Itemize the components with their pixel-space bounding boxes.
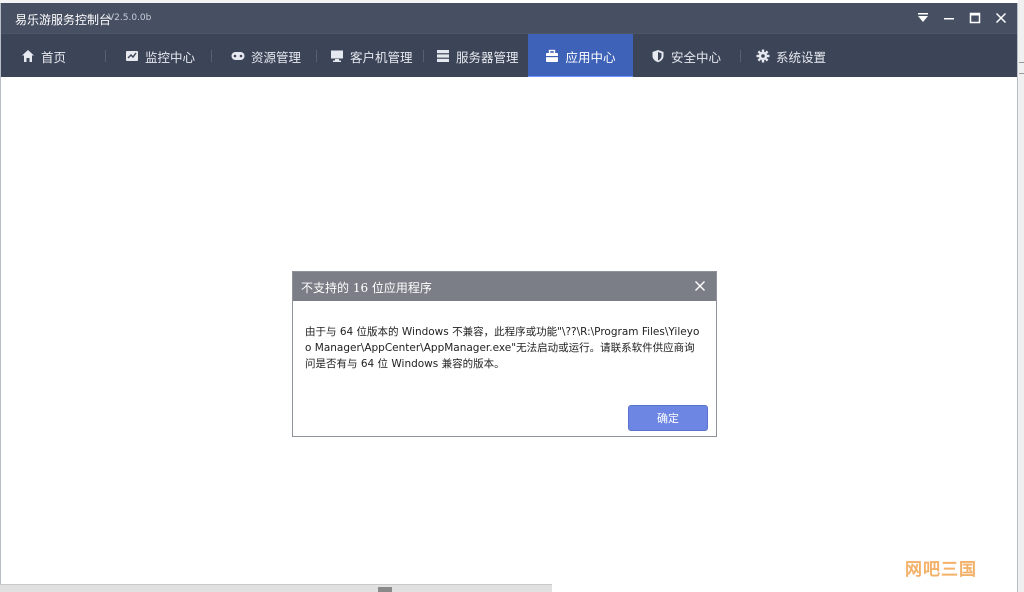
nav-separator [316,50,317,62]
nav-label: 客户机管理 [350,49,413,65]
dialog-title: 不支持的 16 位应用程序 [301,281,432,295]
main-nav: 首页 监控中心 资源管理 客户机管理 服务器管理 应用中心 安全中心 系统设置 [1,33,1017,78]
nav-separator [740,50,741,62]
title-bar[interactable]: 易乐游服务控制台 V2.5.0.0b [1,3,1017,33]
app-version: V2.5.0.0b [108,13,152,23]
scrollbar-thumb[interactable] [378,587,392,592]
close-icon[interactable] [991,9,1011,27]
nav-item-app-center[interactable]: 应用中心 [528,34,633,78]
background-window-edge [1018,0,1024,592]
close-icon[interactable] [692,278,708,294]
nav-item-security[interactable]: 安全中心 [651,34,731,78]
nav-separator [423,50,424,62]
desktop-icon [330,49,344,63]
gamepad-icon [231,49,245,63]
home-icon [21,49,35,63]
dialog-header[interactable]: 不支持的 16 位应用程序 [293,272,716,301]
nav-item-resources[interactable]: 资源管理 [231,34,311,78]
background-window-control [1019,62,1024,74]
dropdown-icon[interactable] [913,9,933,27]
nav-label: 监控中心 [145,49,196,65]
nav-label: 服务器管理 [456,49,519,65]
monitor-chart-icon [125,49,139,63]
nav-label: 安全中心 [671,49,722,65]
server-icon [436,49,450,63]
error-dialog: 不支持的 16 位应用程序 由于与 64 位版本的 Windows 不兼容，此程… [292,271,717,437]
nav-label: 首页 [41,49,67,65]
nav-separator [211,50,212,62]
app-box-icon [545,49,559,63]
nav-item-home[interactable]: 首页 [21,34,91,78]
nav-item-settings[interactable]: 系统设置 [756,34,836,78]
watermark-text: 网吧三国 [905,560,977,580]
window-controls [913,9,1011,27]
nav-item-monitor[interactable]: 监控中心 [125,34,205,78]
app-title: 易乐游服务控制台 [15,13,112,27]
nav-item-servers[interactable]: 服务器管理 [436,34,526,78]
nav-label: 资源管理 [251,49,302,65]
minimize-icon[interactable] [939,9,959,27]
ok-button[interactable]: 确定 [628,405,708,431]
gear-icon [756,49,770,63]
nav-label: 系统设置 [776,49,827,65]
nav-item-clients[interactable]: 客户机管理 [330,34,420,78]
dialog-message: 由于与 64 位版本的 Windows 不兼容，此程序或功能"\??\R:\Pr… [305,326,700,370]
horizontal-scrollbar[interactable] [0,584,552,592]
nav-label: 应用中心 [565,49,616,65]
nav-separator [105,50,106,62]
maximize-icon[interactable] [965,9,985,27]
shield-icon [651,49,665,63]
